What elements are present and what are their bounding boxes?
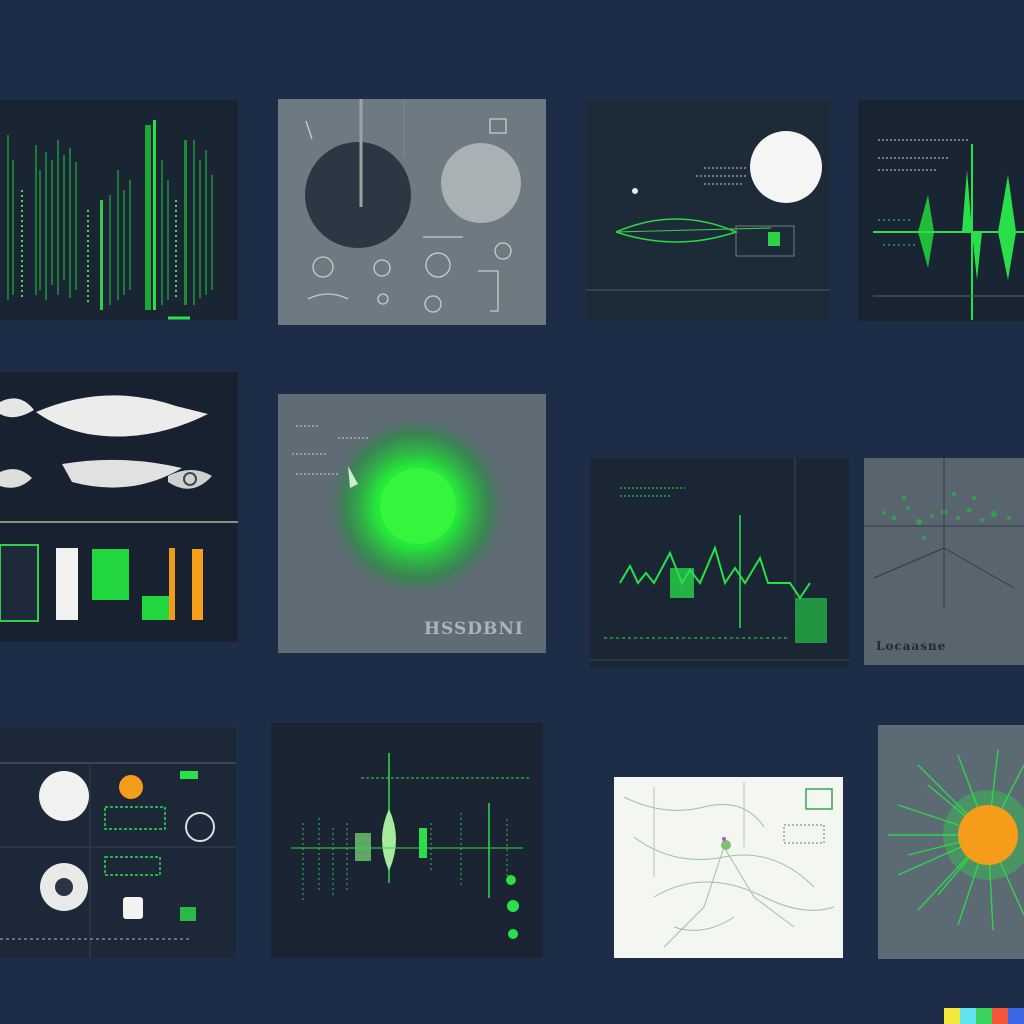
- panel-white-moon-signal: [586, 100, 830, 320]
- scatter-network-graphic: [864, 458, 1024, 608]
- panel-green-lines-dots: [271, 723, 543, 958]
- signature-swatch-cyan: [960, 1008, 976, 1024]
- lines-dots-graphic: [291, 753, 529, 939]
- circles-diagram-graphic: [305, 99, 521, 313]
- panel-sketch-map: [614, 777, 843, 958]
- panel-gray-circles-diagram: [278, 99, 546, 325]
- panel-green-radial-glow: HSSDBNI: [278, 394, 546, 653]
- spike-chart-graphic: [590, 458, 849, 661]
- signature-swatch-blue: [1008, 1008, 1024, 1024]
- color-signature-strip: [944, 1008, 1024, 1024]
- panel-dashboard-icons: [0, 727, 236, 958]
- dashboard-icons-graphic: [0, 762, 236, 958]
- sketch-map-graphic: [623, 782, 835, 948]
- panel-green-spike-signal: [858, 100, 1024, 321]
- panel-orange-sunburst: [878, 725, 1024, 959]
- green-bars-graphic: [7, 120, 213, 320]
- signature-swatch-red: [992, 1008, 1008, 1024]
- sunburst-graphic: [888, 749, 1024, 931]
- panel-caption: Locaasne: [876, 639, 947, 653]
- panel-green-bar-waveform: [0, 100, 238, 320]
- panel-white-shapes-bars: [0, 372, 238, 642]
- shapes-bars-graphic: [0, 395, 238, 622]
- signature-swatch-green: [976, 1008, 992, 1024]
- radial-glow-graphic: [292, 414, 509, 598]
- panel-scatter-network: Locaasne: [864, 458, 1024, 665]
- signature-swatch-yellow: [944, 1008, 960, 1024]
- spike-signal-graphic: [873, 139, 1024, 320]
- moon-signal-graphic: [586, 131, 830, 291]
- panel-green-spike-chart: [590, 458, 849, 668]
- panel-caption: HSSDBNI: [424, 619, 524, 639]
